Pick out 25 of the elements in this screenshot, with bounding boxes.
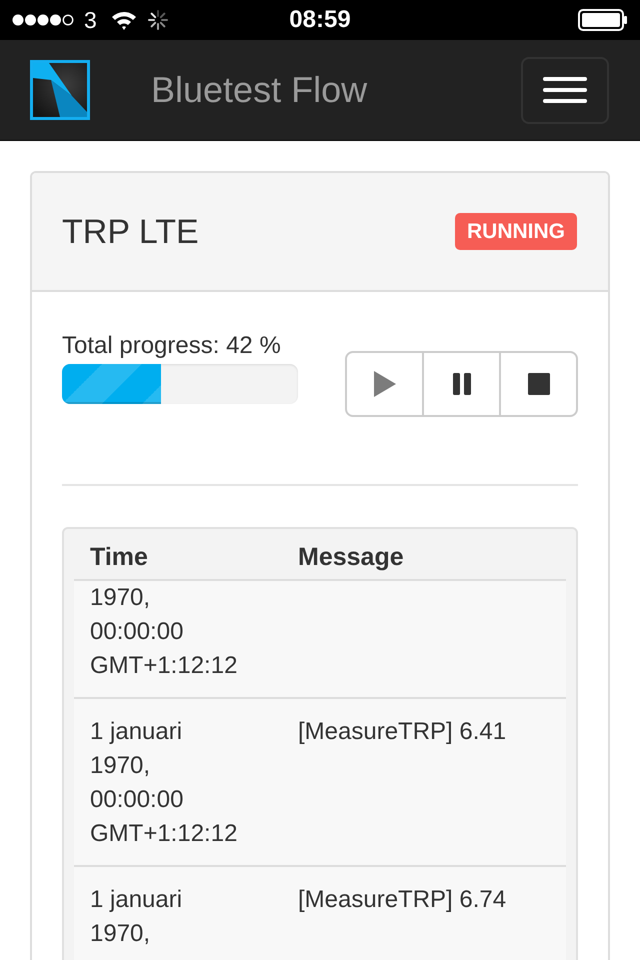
table-cell-text: 1 januari 1970, <box>89 885 184 949</box>
clock-time: 08:59 <box>289 6 351 34</box>
table-cell-text: 1 januari 1970, 00:00:00 GMT+1:12:12 <box>89 717 238 849</box>
menu-icon <box>543 77 587 103</box>
pause-icon <box>452 373 470 395</box>
table-cell-text: 1970, 00:00:00 GMT+1:12:12 <box>89 583 238 681</box>
status-badge: RUNNING <box>455 213 577 250</box>
signal-strength-icon <box>12 14 74 26</box>
stop-icon <box>528 373 550 395</box>
wifi-icon <box>110 10 137 30</box>
table-cell-text: [MeasureTRP] 6.74 <box>297 885 508 915</box>
table-cell-text: [MeasureTRP] 6.41 <box>297 717 508 747</box>
stop-button[interactable] <box>499 351 578 417</box>
panel-title: TRP LTE <box>62 212 199 252</box>
column-header: Message <box>297 542 405 572</box>
battery-icon <box>578 9 628 31</box>
activity-spinner-icon <box>146 9 169 31</box>
progress-label: Total progress: 42 % <box>62 333 282 359</box>
logo-icon <box>30 60 90 120</box>
play-icon <box>374 371 396 397</box>
app-title: Bluetest Flow <box>151 69 368 111</box>
pause-button[interactable] <box>422 351 501 417</box>
menu-button[interactable] <box>521 56 609 124</box>
carrier-name: 3 <box>84 7 97 33</box>
column-header: Time <box>89 542 149 572</box>
